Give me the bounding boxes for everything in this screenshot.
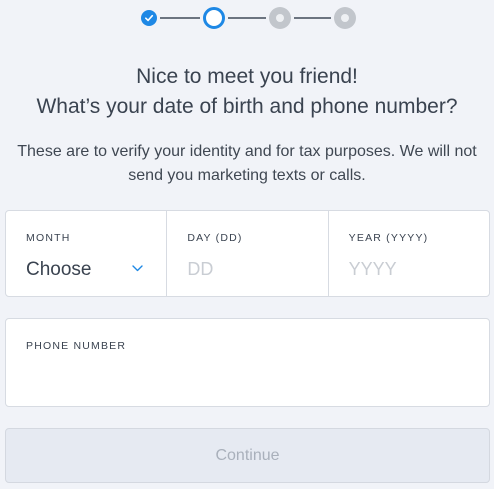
step-1-completed bbox=[141, 10, 157, 26]
title-line-2: What’s your date of birth and phone numb… bbox=[36, 95, 458, 118]
progress-stepper bbox=[0, 0, 494, 40]
phone-number-field[interactable]: PHONE NUMBER bbox=[5, 318, 490, 407]
step-4-pending bbox=[334, 7, 356, 29]
year-field[interactable]: YEAR (YYYY) bbox=[327, 211, 489, 296]
phone-label: PHONE NUMBER bbox=[26, 340, 127, 352]
phone-input[interactable] bbox=[26, 367, 466, 388]
date-of-birth-group: MONTH Choose DAY (DD) YEAR (YYYY) bbox=[5, 210, 490, 297]
month-select[interactable]: MONTH Choose bbox=[6, 211, 166, 296]
title-line-1: Nice to meet you friend! bbox=[136, 65, 358, 88]
year-label: YEAR (YYYY) bbox=[348, 232, 429, 244]
step-3-pending bbox=[269, 7, 291, 29]
page-subtitle: These are to verify your identity and fo… bbox=[17, 143, 477, 184]
chevron-down-icon bbox=[132, 265, 143, 272]
checkmark-icon bbox=[145, 14, 154, 22]
step-connector bbox=[228, 17, 266, 19]
day-label: DAY (DD) bbox=[187, 232, 243, 244]
month-label: MONTH bbox=[26, 232, 71, 244]
day-input[interactable] bbox=[187, 259, 318, 280]
step-connector bbox=[294, 17, 331, 19]
continue-button[interactable]: Continue bbox=[5, 428, 490, 483]
day-field[interactable]: DAY (DD) bbox=[166, 211, 327, 296]
step-2-current bbox=[203, 7, 225, 29]
month-value: Choose bbox=[26, 259, 92, 280]
page-title: Nice to meet you friend! What’s your dat… bbox=[0, 62, 494, 122]
step-connector bbox=[160, 17, 200, 19]
year-input[interactable] bbox=[348, 259, 479, 280]
